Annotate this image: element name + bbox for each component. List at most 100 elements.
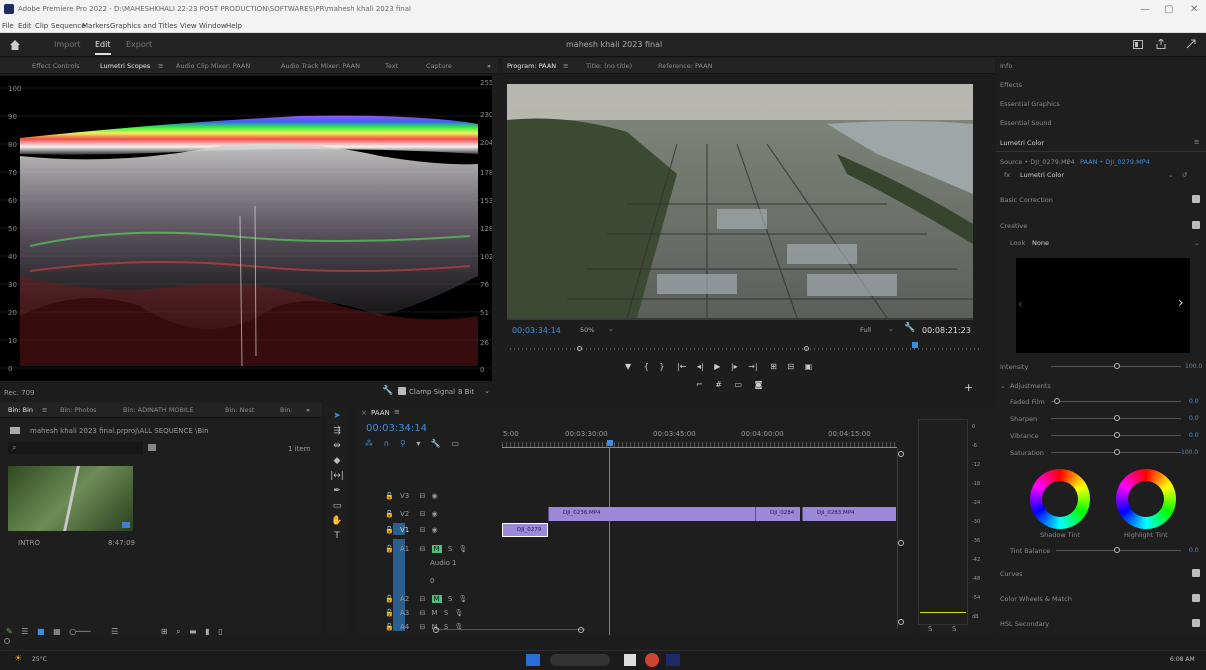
program-timecode[interactable]: 00:03:34:14 [512, 326, 561, 335]
look-preview[interactable] [1016, 258, 1190, 353]
program-zoom-bar[interactable] [507, 318, 973, 320]
hscroll-handle-right[interactable] [578, 627, 584, 633]
tab-bin-photos[interactable]: Bin: Photos [60, 406, 97, 414]
vscroll-handle-bottom[interactable] [898, 619, 904, 625]
color-wheels-checkbox[interactable] [1192, 594, 1200, 602]
curves-header[interactable]: Curves [1000, 570, 1023, 578]
a3-lock-icon[interactable]: 🔓 [385, 609, 394, 617]
faded-film-slider[interactable] [1051, 401, 1181, 402]
more-tabs-icon[interactable]: » [487, 62, 491, 70]
overlay-icon[interactable]: ▭ [735, 380, 743, 389]
go-to-out-icon[interactable]: →| [748, 362, 757, 371]
rectangle-tool-icon[interactable]: ▭ [326, 499, 348, 514]
panel-info[interactable]: Info [1000, 62, 1012, 70]
a3-mic-icon[interactable]: 🎙 [455, 609, 464, 617]
bin-more-tabs-icon[interactable]: » [306, 406, 310, 414]
a3-solo-button[interactable]: S [444, 609, 448, 617]
hand-tool-icon[interactable]: ✋ [326, 514, 348, 529]
new-folder-icon[interactable]: ▬ [189, 627, 197, 636]
tab-bin-adinath[interactable]: Bin: ADINATH MOBILE [123, 406, 194, 414]
panel-essential-sound[interactable]: Essential Sound [1000, 119, 1052, 127]
wrench-icon[interactable]: 🔧 [382, 386, 393, 396]
v3-eye-icon[interactable]: ◉ [432, 492, 438, 500]
creative-header[interactable]: Creative [1000, 222, 1027, 230]
hscroll-bar[interactable] [435, 629, 585, 630]
fx-badge-icon[interactable]: fx [1004, 171, 1010, 179]
bin-menu-icon[interactable]: ≡ [42, 406, 47, 414]
a3-toggle-sync-icon[interactable]: ⊟ [419, 609, 425, 617]
mark-in-icon[interactable]: { [644, 362, 649, 371]
zoom-chevron-icon[interactable]: ⌄ [608, 325, 614, 333]
tint-balance-value[interactable]: 0.0 [1189, 547, 1199, 554]
menu-clip[interactable]: Clip [35, 22, 48, 30]
a4-toggle-sync-icon[interactable]: ⊟ [419, 623, 425, 631]
a2-toggle-sync-icon[interactable]: ⊟ [419, 595, 425, 603]
add-marker-icon[interactable]: ▼ [625, 362, 631, 371]
tab-effect-controls[interactable]: Effect Controls [32, 62, 80, 70]
captions-icon[interactable]: ▭ [451, 439, 459, 448]
sharpen-knob[interactable] [1114, 415, 1120, 421]
v2-toggle-sync-icon[interactable]: ⊟ [419, 510, 425, 518]
close-button[interactable]: ✕ [1190, 4, 1198, 15]
clip-dji-0279[interactable]: DJI_0279 [502, 523, 548, 537]
vibrance-value[interactable]: 0.0 [1189, 432, 1199, 439]
bitdepth-chevron-icon[interactable]: ⌄ [484, 387, 490, 395]
bin-search-input[interactable] [8, 442, 143, 454]
razor-tool-icon[interactable]: ◆ [326, 454, 348, 469]
safe-margins-icon[interactable]: # [715, 380, 722, 389]
menu-view[interactable]: View [180, 22, 197, 30]
v3-lock-icon[interactable]: 🔓 [385, 492, 394, 500]
taskbar-search-box[interactable] [550, 654, 610, 666]
faded-film-value[interactable]: 0.0 [1189, 398, 1199, 405]
file-explorer-icon[interactable] [624, 654, 636, 666]
creative-checkbox[interactable] [1192, 221, 1200, 229]
look-prev-icon[interactable]: ‹ [1018, 297, 1023, 311]
a2-lock-icon[interactable]: 🔓 [385, 595, 394, 603]
linked-selection-icon[interactable]: ⚲ [400, 439, 406, 448]
home-icon[interactable] [10, 40, 20, 50]
pencil-icon[interactable]: ✎ [6, 627, 13, 636]
tab-reference[interactable]: Reference: PAAN [658, 62, 712, 70]
track-a1-label[interactable]: A1 [400, 545, 409, 553]
menu-graphics[interactable]: Graphics and Titles [110, 22, 177, 30]
weather-temp[interactable]: 25°C [32, 656, 47, 663]
ripple-edit-tool-icon[interactable]: ⇹ [326, 439, 348, 454]
clip-thumbnail[interactable] [8, 466, 133, 531]
tab-bin-more[interactable]: Bin: [280, 406, 293, 414]
slip-tool-icon[interactable]: |↔| [326, 469, 348, 484]
track-a3-label[interactable]: A3 [400, 609, 409, 617]
export-frame-icon[interactable]: ▣ [805, 362, 813, 371]
new-item-icon[interactable]: ▮ [205, 627, 209, 636]
reset-icon[interactable]: ↺ [1182, 171, 1187, 179]
menu-help[interactable]: Help [226, 22, 242, 30]
a2-mic-icon[interactable]: 🎙 [459, 595, 468, 603]
v2-lock-icon[interactable]: 🔓 [385, 510, 394, 518]
program-menu-icon[interactable]: ≡ [563, 62, 568, 70]
tab-audio-track-mixer[interactable]: Audio Track Mixer: PAAN [281, 62, 360, 70]
menu-window[interactable]: Window [199, 22, 227, 30]
tab-capture[interactable]: Capture [426, 62, 452, 70]
faded-film-knob[interactable] [1054, 398, 1060, 404]
program-video-frame[interactable] [507, 84, 973, 318]
timeline-scroll-track[interactable] [897, 449, 898, 629]
share-icon[interactable] [1156, 39, 1166, 49]
program-playhead[interactable] [912, 342, 918, 348]
tab-program[interactable]: Program: PAAN [507, 62, 556, 70]
panel-effects[interactable]: Effects [1000, 81, 1022, 89]
track-v2-label[interactable]: V2 [400, 510, 409, 518]
a3-mute-button[interactable]: M [432, 609, 438, 617]
meter-solo-left[interactable]: S [928, 625, 932, 633]
v1-eye-icon[interactable]: ◉ [432, 526, 438, 534]
v3-toggle-sync-icon[interactable]: ⊟ [419, 492, 425, 500]
timeline-close-icon[interactable]: × [361, 409, 367, 417]
track-a4-label[interactable]: A4 [400, 623, 409, 631]
workspaces-icon[interactable] [1133, 40, 1143, 49]
minimize-button[interactable]: — [1140, 4, 1150, 15]
hsl-secondary-checkbox[interactable] [1192, 619, 1200, 627]
color-wheels-header[interactable]: Color Wheels & Match [1000, 595, 1072, 603]
chrome-icon[interactable] [645, 653, 659, 667]
tint-balance-knob[interactable] [1114, 547, 1120, 553]
fullscreen-icon[interactable] [1186, 39, 1196, 49]
look-chevron-icon[interactable]: ⌄ [1194, 239, 1199, 247]
sharpen-value[interactable]: 0.0 [1189, 415, 1199, 422]
